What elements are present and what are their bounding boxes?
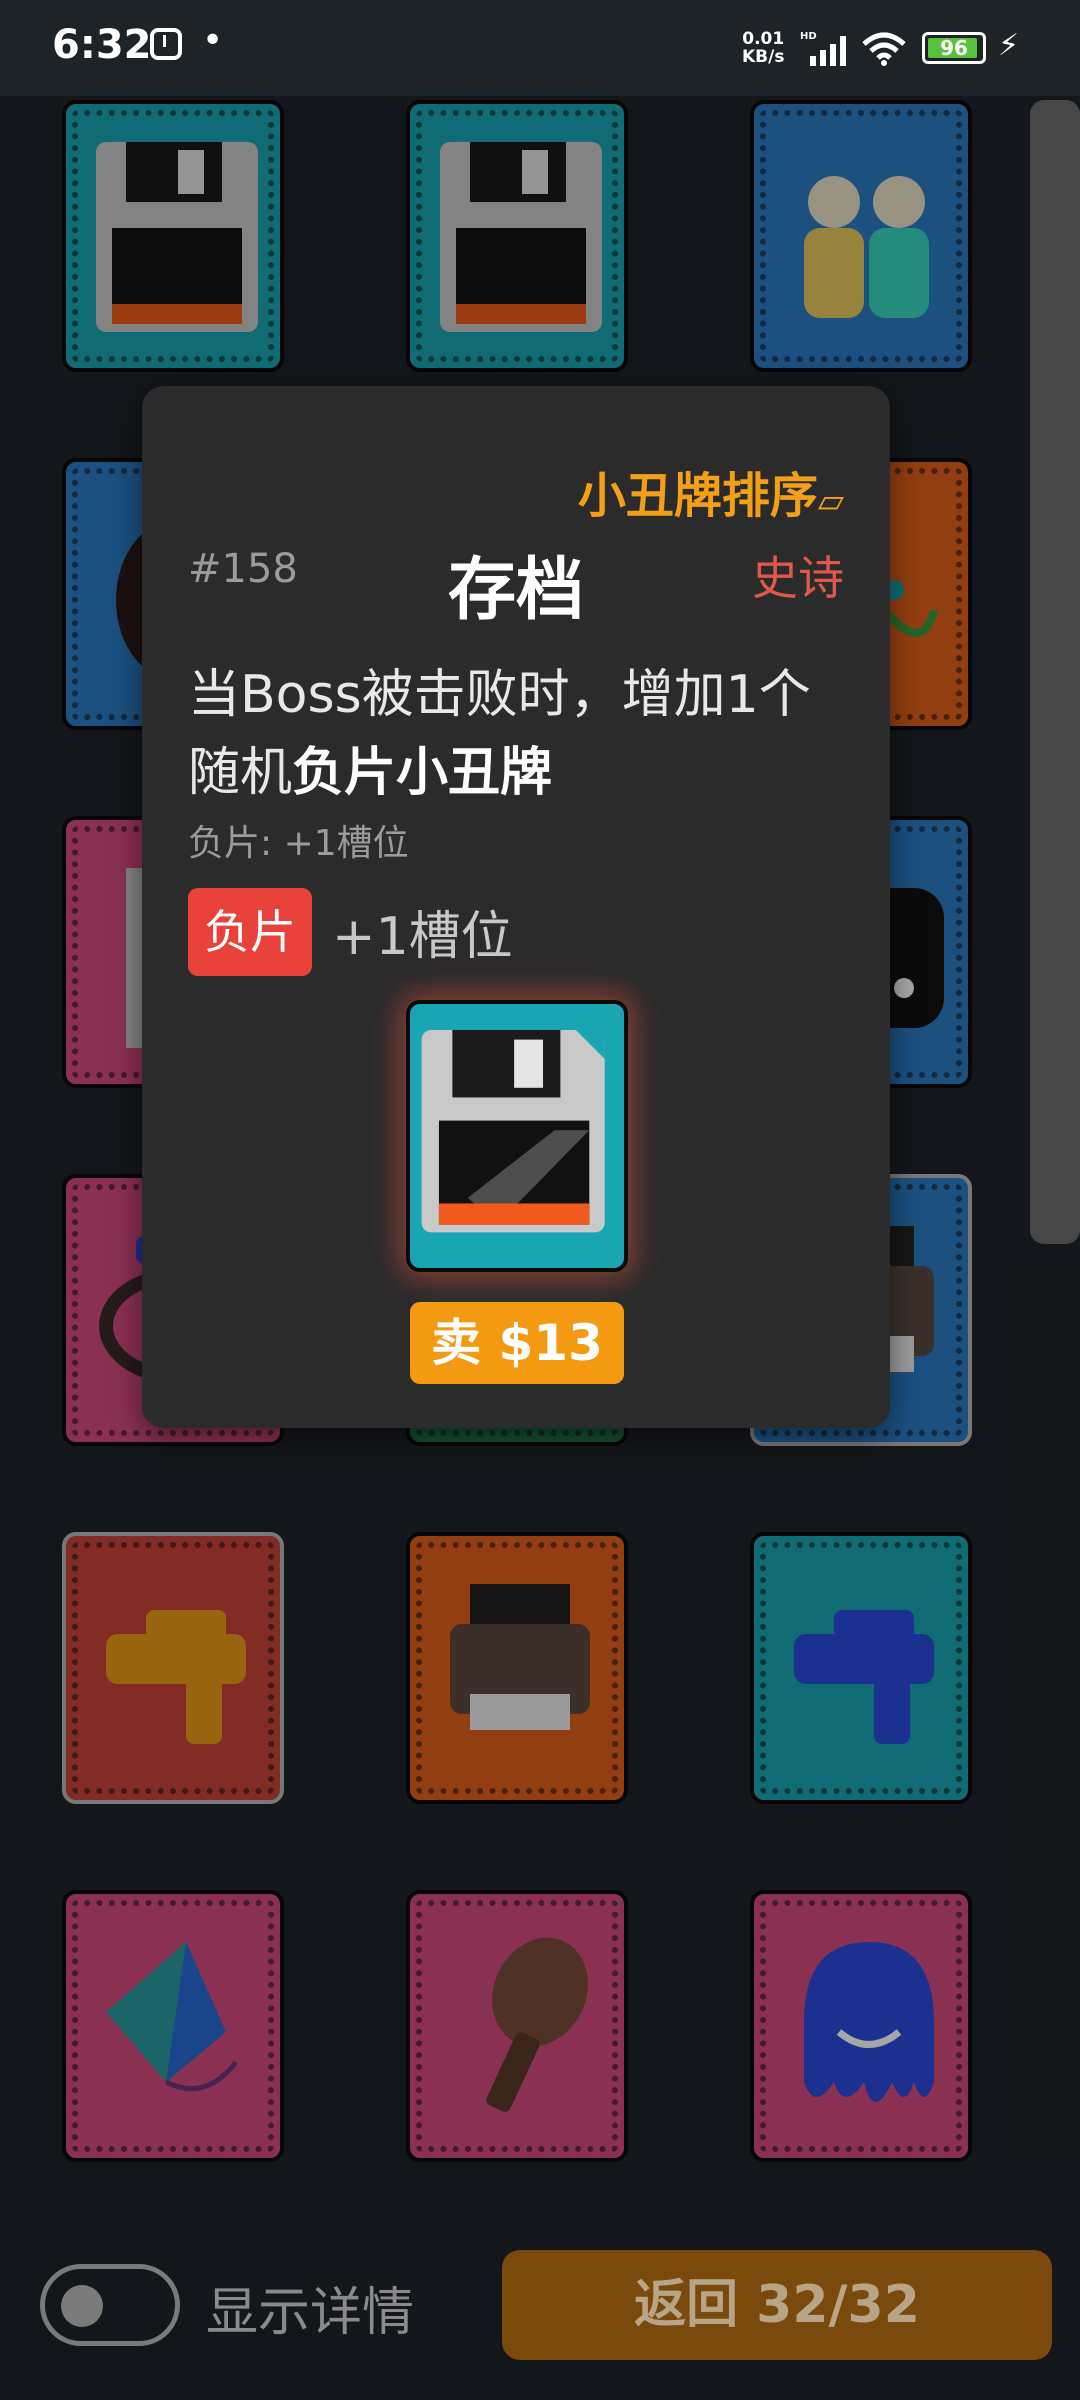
joker-card[interactable] bbox=[62, 1532, 284, 1804]
battery-icon: 96 bbox=[922, 32, 986, 64]
floppy-disk-icon bbox=[96, 142, 258, 332]
sort-jokers-label: 小丑牌排序 bbox=[577, 468, 818, 524]
wifi-icon bbox=[862, 32, 906, 66]
water-gun-icon bbox=[106, 1610, 246, 1744]
network-type-label: HD bbox=[800, 31, 817, 42]
show-details-toggle[interactable] bbox=[40, 2264, 180, 2346]
joker-description: 当Boss被击败时，增加1个随机负片小丑牌 bbox=[188, 656, 838, 812]
sort-jokers-button[interactable]: 小丑牌排序▱ bbox=[578, 456, 844, 526]
negative-edition-badge: 负片 bbox=[188, 888, 312, 976]
floppy-disk-icon bbox=[440, 142, 602, 332]
return-button[interactable]: 返回 32/32 bbox=[502, 2250, 1052, 2360]
joker-card[interactable] bbox=[406, 1532, 628, 1804]
show-details-label: 显示详情 bbox=[206, 2283, 415, 2343]
joker-card[interactable] bbox=[406, 1890, 628, 2162]
scrollbar[interactable] bbox=[1030, 100, 1080, 1244]
card-icon: ▱ bbox=[817, 481, 844, 521]
joker-card[interactable] bbox=[62, 1890, 284, 2162]
joker-card[interactable] bbox=[406, 100, 628, 372]
printer-icon bbox=[450, 1584, 590, 1730]
kite-icon bbox=[106, 1942, 238, 2092]
charging-icon: ⚡ bbox=[998, 28, 1020, 63]
cell-signal-icon: HD bbox=[800, 31, 846, 66]
status-bar: 6:32 • 0.01 KB/s HD 96 ⚡ bbox=[0, 0, 1080, 96]
battery-level: 96 bbox=[940, 36, 968, 60]
microphone-icon bbox=[486, 1937, 588, 2112]
edition-effect: +1槽位 bbox=[332, 907, 513, 967]
rarity-label: 史诗 bbox=[752, 551, 844, 605]
notification-dot-icon: • bbox=[202, 20, 224, 61]
joker-card[interactable] bbox=[62, 100, 284, 372]
joker-card[interactable] bbox=[750, 1532, 972, 1804]
edition-note: 负片: +1槽位 bbox=[188, 823, 409, 864]
sell-button[interactable]: 卖 $13 bbox=[410, 1302, 624, 1384]
network-speed-unit: KB/s bbox=[742, 47, 785, 67]
blob-smiley-icon bbox=[804, 1942, 934, 2102]
description-highlight: 负片小丑牌 bbox=[292, 743, 553, 803]
floppy-disk-icon bbox=[421, 1029, 605, 1233]
network-speed: 0.01 KB/s bbox=[742, 30, 784, 66]
network-speed-value: 0.01 bbox=[742, 29, 785, 49]
toggle-knob bbox=[61, 2285, 103, 2327]
joker-card-preview bbox=[406, 1000, 628, 1272]
water-gun-icon bbox=[794, 1610, 934, 1744]
joker-card[interactable] bbox=[750, 100, 972, 372]
joker-card[interactable] bbox=[750, 1890, 972, 2162]
clock-time: 6:32 bbox=[52, 22, 152, 68]
timer-icon bbox=[150, 28, 182, 60]
hina-dolls-icon bbox=[804, 176, 929, 318]
joker-detail-popup: 小丑牌排序▱ #158 存档 史诗 当Boss被击败时，增加1个随机负片小丑牌 … bbox=[142, 386, 890, 1428]
